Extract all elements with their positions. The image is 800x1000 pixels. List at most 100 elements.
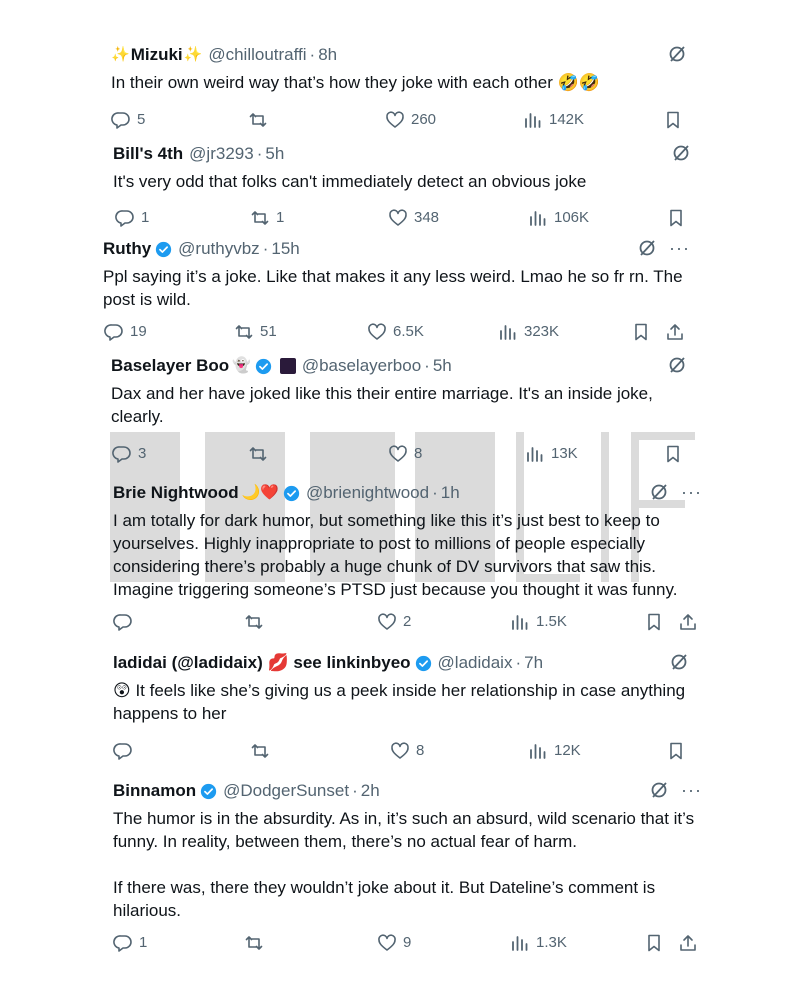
like-icon bbox=[367, 322, 387, 342]
reply-post-2[interactable]: Bill's 4th @jr3293 · 5h It's very odd th… bbox=[113, 143, 693, 193]
reply-icon bbox=[113, 612, 133, 632]
reply-button[interactable]: 1 bbox=[115, 208, 149, 228]
action-bar: 19 51 6.5K 323K bbox=[104, 322, 694, 346]
bookmark-button[interactable] bbox=[663, 110, 683, 130]
views-button[interactable]: 1.3K bbox=[510, 933, 567, 953]
bookmark-button[interactable] bbox=[644, 933, 664, 953]
reply-post-4[interactable]: Baselayer Boo 👻 @baselayerboo · 5h Dax a… bbox=[111, 355, 691, 428]
like-button[interactable]: 348 bbox=[388, 208, 439, 228]
reply-post-3[interactable]: Ruthy @ruthyvbz · 15h ··· Ppl saying it’… bbox=[103, 238, 693, 311]
reply-post-5[interactable]: Brie Nightwood 🌙❤️ @brienightwood · 1h ·… bbox=[113, 482, 701, 601]
repost-button[interactable] bbox=[248, 110, 274, 130]
like-count: 260 bbox=[411, 111, 437, 128]
reply-button[interactable] bbox=[113, 741, 139, 761]
repost-button[interactable]: 1 bbox=[250, 208, 284, 228]
reply-button[interactable]: 1 bbox=[113, 933, 147, 953]
separator-dot: · bbox=[309, 45, 316, 64]
grok-icon[interactable] bbox=[667, 355, 687, 375]
views-button[interactable]: 1.5K bbox=[510, 612, 567, 632]
header-actions: ··· bbox=[649, 482, 702, 502]
grok-icon[interactable] bbox=[649, 482, 669, 502]
views-button[interactable]: 142K bbox=[523, 110, 584, 130]
reply-button[interactable]: 19 bbox=[104, 322, 147, 342]
reply-post-1[interactable]: ✨ Mizuki ✨ @chilloutraffi · 8h In their … bbox=[111, 44, 691, 94]
reply-post-7[interactable]: Binnamon @DodgerSunset · 2h ··· The humo… bbox=[113, 780, 703, 922]
reply-post-6[interactable]: ladidai (@ladidaix) 💋 see linkinbyeo @la… bbox=[113, 652, 693, 725]
share-button[interactable] bbox=[678, 612, 698, 632]
author-handle[interactable]: @DodgerSunset bbox=[223, 780, 349, 802]
repost-icon bbox=[244, 933, 264, 953]
separator-dot: · bbox=[256, 144, 263, 163]
share-button[interactable] bbox=[665, 322, 685, 342]
repost-icon bbox=[248, 444, 268, 464]
bookmark-button[interactable] bbox=[663, 444, 683, 464]
repost-button[interactable] bbox=[248, 444, 274, 464]
grok-icon[interactable] bbox=[649, 780, 669, 800]
repost-icon bbox=[250, 208, 270, 228]
repost-button[interactable] bbox=[250, 741, 276, 761]
like-button[interactable]: 9 bbox=[377, 933, 411, 953]
more-icon[interactable]: ··· bbox=[681, 482, 702, 502]
reply-count: 1 bbox=[139, 934, 148, 951]
post-text: The humor is in the absurdity. As in, it… bbox=[113, 809, 695, 920]
bookmark-button[interactable] bbox=[666, 208, 686, 228]
sparkles-emoji: ✨ bbox=[183, 46, 203, 63]
post-text: I am totally for dark humor, but somethi… bbox=[113, 511, 678, 599]
like-icon bbox=[390, 741, 410, 761]
repost-button[interactable] bbox=[244, 933, 270, 953]
post-time[interactable]: 1h bbox=[441, 482, 460, 504]
grok-icon[interactable] bbox=[671, 143, 691, 163]
author-handle[interactable]: @ruthyvbz bbox=[178, 238, 260, 260]
like-button[interactable]: 6.5K bbox=[367, 322, 424, 342]
reply-button[interactable]: 3 bbox=[112, 444, 146, 464]
grok-icon[interactable] bbox=[637, 238, 657, 258]
like-button[interactable]: 8 bbox=[388, 444, 422, 464]
like-count: 8 bbox=[414, 445, 423, 462]
reply-button[interactable] bbox=[113, 612, 139, 632]
like-button[interactable]: 2 bbox=[377, 612, 411, 632]
like-count: 2 bbox=[403, 613, 412, 630]
more-icon[interactable]: ··· bbox=[681, 780, 702, 800]
author-name[interactable]: ladidai (@ladidaix) 💋 see linkinbyeo bbox=[113, 652, 411, 674]
repost-button[interactable]: 51 bbox=[234, 322, 277, 342]
post-time[interactable]: 5h bbox=[265, 143, 284, 165]
author-name[interactable]: Bill's 4th bbox=[113, 143, 183, 165]
author-handle[interactable]: @ladidaix bbox=[438, 652, 513, 674]
post-time[interactable]: 7h bbox=[524, 652, 543, 674]
more-icon[interactable]: ··· bbox=[669, 238, 690, 258]
author-name[interactable]: Mizuki bbox=[131, 44, 183, 66]
like-button[interactable]: 8 bbox=[390, 741, 424, 761]
post-time[interactable]: 8h bbox=[318, 44, 337, 66]
post-time[interactable]: 5h bbox=[433, 355, 452, 377]
repost-count: 51 bbox=[260, 323, 277, 340]
header-actions bbox=[669, 652, 689, 672]
post-time[interactable]: 15h bbox=[271, 238, 299, 260]
bookmark-button[interactable] bbox=[644, 612, 664, 632]
author-name[interactable]: Brie Nightwood bbox=[113, 482, 239, 504]
bookmark-button[interactable] bbox=[631, 322, 651, 342]
action-bar: 1 1 348 106K bbox=[115, 208, 695, 232]
author-handle[interactable]: @brienightwood bbox=[306, 482, 429, 504]
reply-button[interactable]: 5 bbox=[111, 110, 145, 130]
grok-icon[interactable] bbox=[669, 652, 689, 672]
grok-icon[interactable] bbox=[667, 44, 687, 64]
post-time[interactable]: 2h bbox=[361, 780, 380, 802]
like-button[interactable]: 260 bbox=[385, 110, 436, 130]
repost-button[interactable] bbox=[244, 612, 270, 632]
bookmark-icon bbox=[666, 741, 686, 761]
author-name[interactable]: Binnamon bbox=[113, 780, 196, 802]
share-button[interactable] bbox=[678, 933, 698, 953]
views-button[interactable]: 13K bbox=[525, 444, 578, 464]
author-handle[interactable]: @chilloutraffi bbox=[208, 44, 306, 66]
views-button[interactable]: 323K bbox=[498, 322, 559, 342]
post-text: In their own weird way that’s how they j… bbox=[111, 73, 600, 92]
author-handle[interactable]: @baselayerboo bbox=[302, 355, 421, 377]
author-name[interactable]: Ruthy bbox=[103, 238, 151, 260]
views-button[interactable]: 106K bbox=[528, 208, 589, 228]
post-text: 😲 It feels like she’s giving us a peek i… bbox=[113, 681, 690, 723]
author-name[interactable]: Baselayer Boo bbox=[111, 355, 229, 377]
bookmark-button[interactable] bbox=[666, 741, 686, 761]
author-handle[interactable]: @jr3293 bbox=[189, 143, 254, 165]
views-button[interactable]: 12K bbox=[528, 741, 581, 761]
reply-icon bbox=[112, 444, 132, 464]
